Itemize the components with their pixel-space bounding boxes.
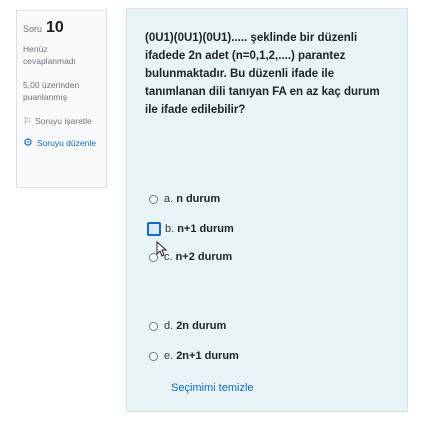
- question-label: Soru: [23, 24, 43, 34]
- clear-choice-link[interactable]: Seçimimi temizle: [171, 382, 254, 394]
- option-b[interactable]: b. n+1 durum: [147, 222, 234, 236]
- option-b-letter: b.: [165, 223, 175, 235]
- radio-e[interactable]: [149, 351, 158, 361]
- option-b-text: n+1 durum: [177, 223, 234, 235]
- option-e-letter: e.: [164, 350, 174, 362]
- option-d-letter: d.: [164, 320, 174, 332]
- option-d-text: 2n durum: [176, 320, 227, 332]
- question-text: (0U1)(0U1)(0U1)..... şeklinde bir düzenl…: [145, 32, 380, 116]
- gear-icon: ⚙: [23, 137, 33, 149]
- radio-a[interactable]: [149, 194, 158, 204]
- option-e[interactable]: e. 2n+1 durum: [149, 350, 239, 362]
- radio-d[interactable]: [149, 321, 158, 331]
- option-a-text: n durum: [176, 193, 221, 205]
- question-content: (0U1)(0U1)(0U1)..... şeklinde bir düzenl…: [126, 8, 408, 412]
- edit-label: Soruyu düzenle: [36, 138, 96, 148]
- option-a-letter: a.: [164, 193, 174, 205]
- question-number-row: Soru 10: [23, 19, 100, 37]
- flag-label: Soruyu işaretle: [35, 116, 92, 126]
- edit-question-link[interactable]: ⚙ Soruyu düzenle: [23, 137, 100, 149]
- question-number: 10: [46, 19, 64, 36]
- option-c-text: n+2 durum: [175, 251, 233, 263]
- option-d[interactable]: d. 2n durum: [149, 320, 226, 332]
- question-state: Henüz cevaplanmadı: [23, 44, 76, 66]
- mouse-cursor-icon: [156, 241, 168, 257]
- option-a[interactable]: a. n durum: [149, 193, 220, 205]
- option-e-text: 2n+1 durum: [176, 350, 239, 362]
- question-info-panel: Soru 10 Henüz cevaplanmadı 5,00 üzerinde…: [16, 10, 107, 188]
- flag-question-link[interactable]: ⚐ Soruyu işaretle: [23, 115, 100, 127]
- flag-icon: ⚐: [23, 116, 32, 126]
- radio-b[interactable]: [147, 222, 161, 236]
- question-grade: 5,00 üzerinden puanlanmış: [23, 80, 80, 102]
